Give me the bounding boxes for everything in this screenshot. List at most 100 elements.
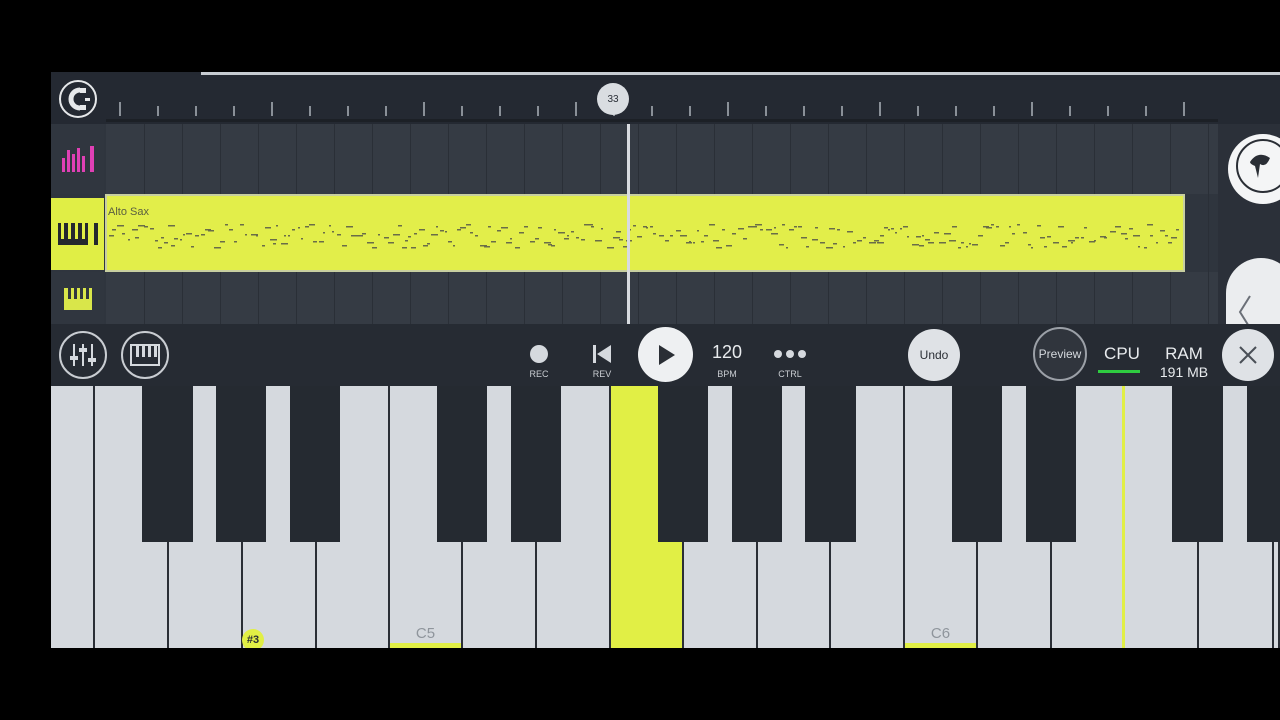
playhead-position-marker[interactable]: 33: [597, 83, 629, 115]
clip-note-preview: [109, 224, 1179, 249]
note-mark: [398, 225, 402, 227]
note-mark: [1138, 246, 1140, 248]
black-key[interactable]: [216, 386, 266, 542]
note-mark: [798, 226, 802, 228]
note-mark: [601, 228, 603, 230]
note-mark: [510, 238, 512, 240]
note-mark: [704, 235, 708, 237]
note-mark: [288, 235, 290, 237]
ruler-baseline: [106, 119, 1218, 122]
note-mark: [1058, 226, 1064, 228]
track-header-2[interactable]: [51, 198, 104, 270]
note-mark: [191, 246, 194, 248]
note-mark: [1084, 227, 1087, 229]
note-mark: [743, 238, 747, 240]
note-mark: [752, 226, 757, 228]
piano-roll-button[interactable]: [121, 331, 169, 379]
black-key[interactable]: [437, 386, 487, 542]
black-key[interactable]: [290, 386, 340, 542]
note-mark: [491, 241, 496, 243]
ruler-tick: [1107, 106, 1109, 116]
black-key[interactable]: [952, 386, 1002, 542]
note-mark: [515, 247, 520, 249]
ram-usage: 191 MB: [1159, 364, 1209, 380]
black-key[interactable]: [805, 386, 856, 542]
note-mark: [488, 226, 491, 228]
ruler-tick: [271, 102, 273, 116]
ruler-tick: [347, 106, 349, 116]
play-button[interactable]: [638, 327, 693, 382]
note-mark: [738, 228, 744, 230]
note-mark: [919, 245, 924, 247]
note-mark: [748, 226, 752, 228]
note-mark: [812, 239, 818, 241]
note-mark: [240, 224, 244, 226]
note-mark: [637, 236, 642, 238]
note-mark: [388, 242, 394, 244]
record-button[interactable]: [519, 334, 559, 374]
tempo-label: BPM: [717, 369, 737, 379]
note-mark: [683, 235, 687, 237]
note-mark: [1031, 247, 1033, 249]
note-mark: [411, 247, 416, 249]
black-key[interactable]: [511, 386, 561, 542]
black-key[interactable]: [1026, 386, 1076, 542]
cpu-meter: [1098, 370, 1140, 373]
mixer-button[interactable]: [59, 331, 107, 379]
note-mark: [470, 232, 473, 234]
note-mark: [903, 226, 908, 228]
black-key[interactable]: [1247, 386, 1280, 542]
track-lane-3[interactable]: [106, 272, 1218, 324]
note-mark: [431, 234, 438, 236]
note-mark: [265, 227, 271, 229]
track-header-3[interactable]: [51, 272, 104, 324]
pattern-clip-alto-sax[interactable]: Alto Sax: [105, 194, 1185, 272]
note-mark: [284, 235, 286, 237]
ctrl-menu-button[interactable]: [770, 334, 810, 374]
ruler-tick: [765, 106, 767, 116]
transpose-badge: #3: [242, 629, 264, 648]
black-key[interactable]: [142, 386, 193, 542]
song-timeline[interactable]: 33: [51, 72, 1280, 124]
rewind-button[interactable]: [582, 334, 622, 374]
playlist-tracks: Alto Sax: [51, 124, 1280, 366]
note-mark: [619, 239, 623, 241]
note-mark: [966, 246, 968, 248]
note-mark: [1062, 246, 1067, 248]
note-mark: [891, 228, 894, 230]
note-mark: [109, 235, 114, 237]
white-key[interactable]: [51, 386, 95, 648]
note-mark: [952, 226, 957, 228]
ruler-tick: [879, 102, 881, 116]
note-mark: [1156, 242, 1158, 244]
ruler-tick: [727, 102, 729, 116]
note-mark: [281, 243, 288, 245]
ruler-tick: [1183, 102, 1185, 116]
note-mark: [128, 239, 130, 241]
track-lane-1[interactable]: [106, 124, 1218, 194]
undo-button[interactable]: Undo: [908, 329, 960, 381]
fl-logo-button[interactable]: [1228, 134, 1280, 204]
track-header-1[interactable]: [51, 124, 104, 194]
note-mark: [972, 244, 978, 246]
note-mark: [558, 232, 565, 234]
preview-button[interactable]: Preview: [1033, 327, 1087, 381]
note-mark: [584, 224, 588, 226]
note-mark: [760, 229, 763, 231]
snap-magnet-button[interactable]: [58, 79, 98, 119]
black-key[interactable]: [732, 386, 782, 542]
ruler-tick: [689, 106, 691, 116]
grid-line: [1208, 124, 1209, 324]
note-mark: [506, 242, 512, 244]
note-mark: [1012, 233, 1015, 235]
note-mark: [986, 227, 992, 229]
black-key[interactable]: [658, 386, 708, 542]
note-mark: [961, 242, 964, 244]
tempo-value[interactable]: 120: [704, 342, 750, 363]
note-mark: [122, 233, 125, 235]
note-mark: [869, 242, 876, 244]
close-button[interactable]: [1222, 329, 1274, 381]
note-mark: [1168, 242, 1172, 244]
black-key[interactable]: [1172, 386, 1223, 542]
note-mark: [460, 227, 466, 229]
